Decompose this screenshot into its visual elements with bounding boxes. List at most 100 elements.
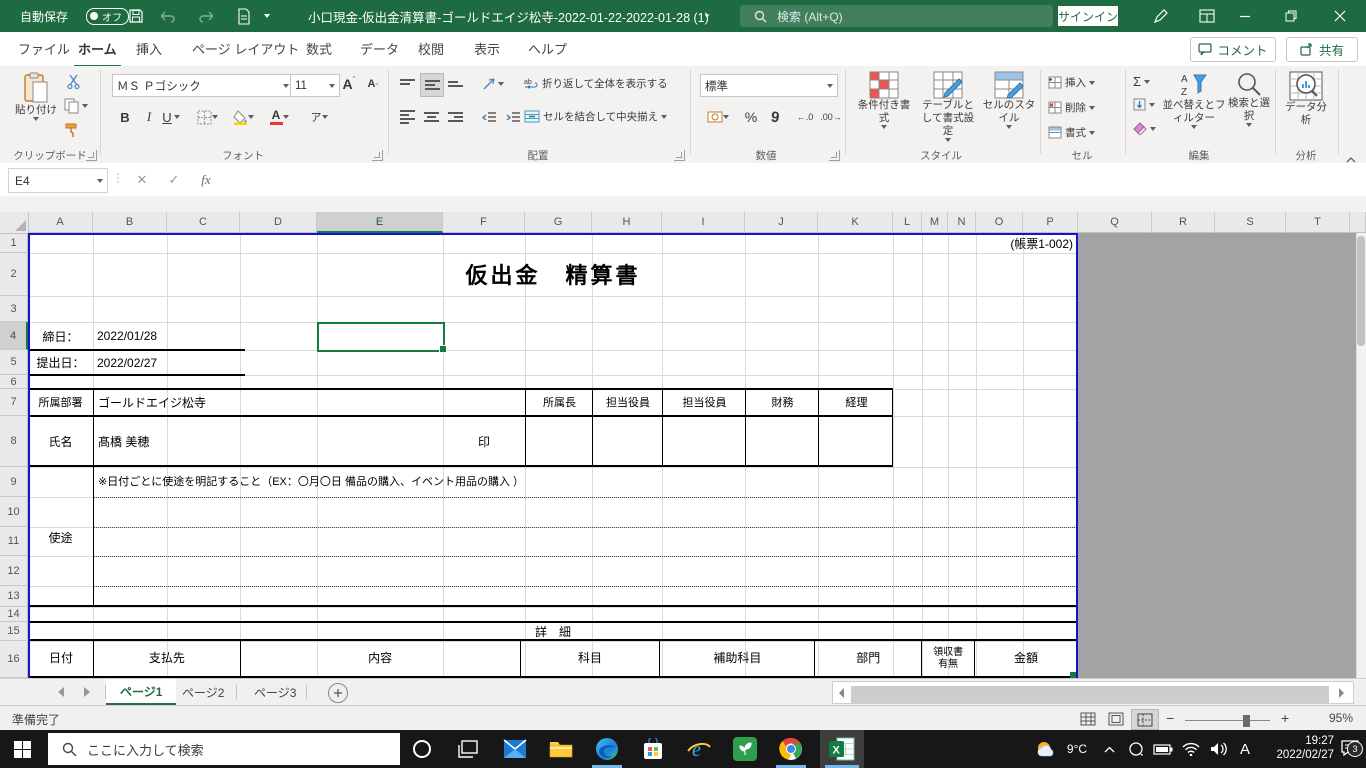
insert-cells-button[interactable]: 挿入 — [1048, 75, 1095, 90]
font-color-button[interactable]: A — [268, 106, 290, 128]
find-select-button[interactable]: 検索と選択 — [1226, 71, 1272, 127]
page-break-border-right[interactable] — [1076, 233, 1078, 678]
align-right-button[interactable] — [444, 106, 466, 128]
delete-cells-button[interactable]: 削除 — [1048, 100, 1095, 115]
number-format-select[interactable]: 標準 — [700, 74, 838, 97]
column-header-E[interactable]: E — [317, 212, 443, 233]
row-header-16[interactable]: 16 — [0, 641, 28, 678]
column-header-G[interactable]: G — [525, 212, 592, 233]
increase-font-button[interactable]: Aˆ — [338, 73, 360, 95]
selected-cell-E4[interactable] — [317, 322, 445, 352]
quick-access-caret[interactable] — [264, 0, 270, 32]
scroll-left-icon[interactable] — [839, 688, 844, 698]
align-left-button[interactable] — [396, 106, 418, 128]
enter-button[interactable]: ✓ — [160, 168, 188, 191]
clock[interactable]: 19:27 2022/02/27 — [1258, 730, 1334, 768]
tab-data[interactable]: データ — [356, 32, 403, 65]
green-app-icon[interactable] — [723, 730, 767, 768]
volume-icon[interactable] — [1206, 730, 1232, 768]
row-header-5[interactable]: 5 — [0, 350, 28, 375]
tab-help[interactable]: ヘルプ — [524, 32, 571, 65]
close-button[interactable] — [1318, 0, 1362, 32]
weather-icon[interactable] — [1032, 730, 1060, 768]
quick-access-doc-button[interactable] — [237, 0, 251, 32]
paste-button[interactable]: 貼り付け — [10, 72, 62, 121]
format-cells-button[interactable]: 書式 — [1048, 125, 1095, 140]
italic-button[interactable]: I — [138, 106, 160, 128]
increase-decimal-button[interactable]: ←.0 — [792, 106, 818, 128]
phonetic-button[interactable]: ア — [308, 106, 330, 128]
fill-color-button[interactable] — [232, 106, 254, 128]
horizontal-scrollbar-thumb[interactable] — [851, 686, 1329, 703]
tab-insert[interactable]: 挿入 — [132, 32, 166, 65]
chrome-browser-icon[interactable] — [769, 730, 813, 768]
tab-page-layout[interactable]: ページ レイアウト — [188, 32, 303, 65]
notification-center-button[interactable]: 3 — [1336, 730, 1364, 768]
row-header-6[interactable]: 6 — [0, 375, 28, 389]
column-header-F[interactable]: F — [443, 212, 525, 233]
weather-temperature[interactable]: 9°C — [1062, 730, 1092, 768]
microsoft-store-icon[interactable] — [631, 730, 675, 768]
decrease-font-button[interactable]: Aˇ — [362, 73, 384, 95]
column-header-I[interactable]: I — [662, 212, 745, 233]
tab-file[interactable]: ファイル — [14, 32, 74, 65]
minimize-button[interactable] — [1223, 0, 1267, 32]
fill-handle[interactable] — [439, 345, 447, 353]
number-dialog-launcher[interactable] — [829, 150, 840, 161]
battery-icon[interactable] — [1150, 730, 1176, 768]
horizontal-scrollbar[interactable] — [832, 681, 1354, 704]
bold-button[interactable]: B — [114, 106, 136, 128]
column-header-O[interactable]: O — [976, 212, 1023, 233]
column-header-N[interactable]: N — [948, 212, 976, 233]
row-header-8[interactable]: 8 — [0, 416, 28, 467]
font-size-select[interactable]: 11 — [290, 74, 340, 97]
alignment-dialog-launcher[interactable] — [674, 150, 685, 161]
comments-button[interactable]: コメント — [1190, 37, 1276, 62]
borders-button[interactable] — [196, 106, 218, 128]
ime-mode-indicator[interactable]: A — [1234, 730, 1256, 768]
data-analysis-button[interactable]: データ分析 — [1283, 71, 1329, 127]
row-header-9[interactable]: 9 — [0, 467, 28, 497]
sheet-tab-page2[interactable]: ページ2 — [168, 679, 238, 705]
start-button[interactable] — [0, 730, 44, 768]
hidden-icons-button[interactable] — [1098, 730, 1120, 768]
column-header-B[interactable]: B — [93, 212, 167, 233]
column-header-A[interactable]: A — [28, 212, 93, 233]
sheet-tab-page3[interactable]: ページ3 — [240, 679, 310, 705]
row-header-10[interactable]: 10 — [0, 497, 28, 527]
row-header-7[interactable]: 7 — [0, 389, 28, 416]
zoom-in-button[interactable]: + — [1281, 710, 1289, 726]
column-header-D[interactable]: D — [240, 212, 317, 233]
page-break-preview-button[interactable] — [1131, 709, 1159, 730]
signin-button[interactable]: サインイン — [1058, 6, 1118, 26]
meet-now-icon[interactable] — [1124, 730, 1148, 768]
increase-indent-button[interactable] — [502, 106, 524, 128]
column-header-S[interactable]: S — [1215, 212, 1286, 233]
mail-app-icon[interactable] — [493, 730, 537, 768]
task-view-button[interactable] — [446, 730, 490, 768]
zoom-slider-track[interactable] — [1185, 720, 1270, 721]
sheet-nav-prev-icon[interactable] — [58, 687, 64, 697]
row-header-11[interactable]: 11 — [0, 527, 28, 556]
decrease-indent-button[interactable] — [478, 106, 500, 128]
column-header-T[interactable]: T — [1286, 212, 1350, 233]
cut-button[interactable] — [66, 74, 81, 89]
tab-home[interactable]: ホーム — [74, 32, 121, 68]
page-layout-view-button[interactable] — [1103, 709, 1129, 728]
merge-center-button[interactable]: セルを結合して中央揃え — [524, 109, 667, 124]
align-top-button[interactable] — [396, 73, 418, 95]
formula-input[interactable] — [228, 168, 1358, 191]
row-header-14[interactable]: 14 — [0, 607, 28, 622]
edge-browser-icon[interactable] — [585, 730, 629, 768]
comma-style-button[interactable]: 9 — [764, 106, 786, 128]
column-header-P[interactable]: P — [1023, 212, 1078, 233]
column-header-M[interactable]: M — [922, 212, 948, 233]
column-header-R[interactable]: R — [1152, 212, 1215, 233]
title-caret[interactable] — [704, 0, 710, 32]
inking-button[interactable] — [1146, 0, 1176, 32]
ribbon-display-button[interactable] — [1192, 0, 1222, 32]
row-header-12[interactable]: 12 — [0, 556, 28, 586]
row-header-1[interactable]: 1 — [0, 233, 28, 253]
wrap-text-button[interactable]: ab 折り返して全体を表示する — [524, 76, 668, 91]
align-middle-button[interactable] — [420, 73, 444, 97]
